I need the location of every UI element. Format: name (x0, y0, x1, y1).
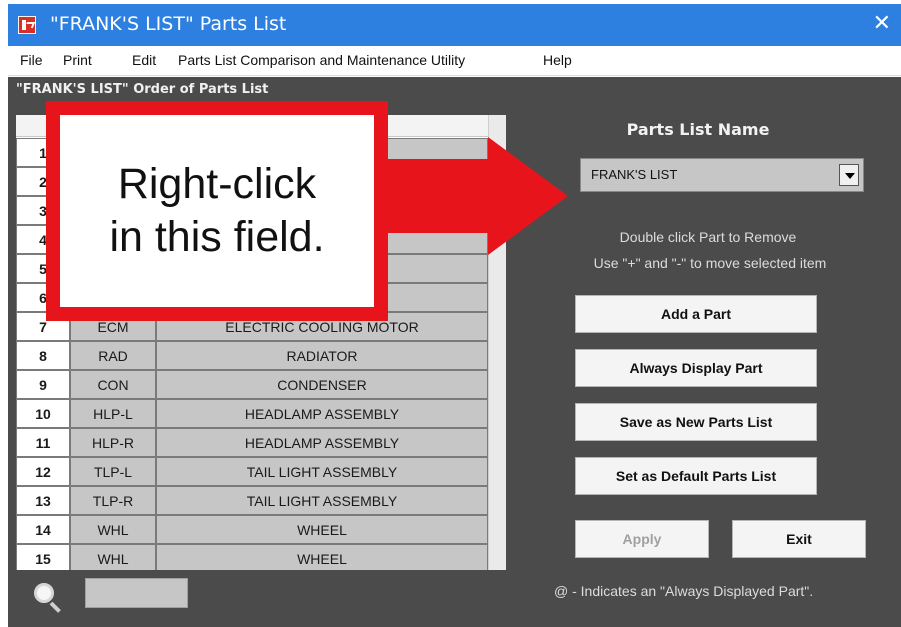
callout-box: Right-click in this field. (60, 115, 374, 307)
parts-list-name-dropdown[interactable]: FRANK'S LIST (580, 158, 864, 192)
add-part-button[interactable]: Add a Part (575, 295, 817, 333)
magnifier-handle (49, 601, 61, 613)
table-row[interactable]: 11 HLP-R HEADLAMP ASSEMBLY (16, 428, 488, 457)
arrow-shape (388, 137, 568, 255)
menu-edit[interactable]: Edit (132, 52, 156, 68)
part-description: TAIL LIGHT ASSEMBLY (156, 486, 488, 515)
menu-print[interactable]: Print (63, 52, 92, 68)
hint-move: Use "+" and "-" to move selected item (593, 255, 827, 271)
always-displayed-footnote: @ - Indicates an "Always Displayed Part"… (554, 583, 814, 599)
menu-file[interactable]: File (20, 52, 43, 68)
table-row[interactable]: 14 WHL WHEEL (16, 515, 488, 544)
part-description: CONDENSER (156, 370, 488, 399)
row-number: 11 (16, 428, 70, 457)
row-number: 14 (16, 515, 70, 544)
search-button[interactable] (32, 581, 64, 613)
parts-list-name-label: Parts List Name (626, 120, 770, 139)
row-number: 13 (16, 486, 70, 515)
menu-help[interactable]: Help (543, 52, 572, 68)
app-window: "FRANK'S LIST" Parts List ✕ File Print E… (0, 0, 901, 627)
table-row[interactable]: 9 CON CONDENSER (16, 370, 488, 399)
row-number: 8 (16, 341, 70, 370)
part-description: RADIATOR (156, 341, 488, 370)
table-row[interactable]: 15 WHL WHEEL (16, 544, 488, 570)
menu-bar: File Print Edit Parts List Comparison an… (8, 46, 901, 76)
part-code: HLP-R (70, 428, 156, 457)
row-number: 10 (16, 399, 70, 428)
callout-text: Right-click in this field. (109, 160, 325, 261)
magnifier-icon (34, 583, 54, 603)
menu-parts-list-utility[interactable]: Parts List Comparison and Maintenance Ut… (178, 52, 465, 68)
part-description: WHEEL (156, 544, 488, 570)
close-icon[interactable]: ✕ (873, 11, 891, 36)
save-new-parts-list-button[interactable]: Save as New Parts List (575, 403, 817, 441)
table-row[interactable]: 8 RAD RADIATOR (16, 341, 488, 370)
red-arrow-icon (388, 137, 568, 255)
parts-order-label: "FRANK'S LIST" Order of Parts List (16, 82, 269, 97)
window-title: "FRANK'S LIST" Parts List (50, 13, 287, 35)
table-row[interactable]: 12 TLP-L TAIL LIGHT ASSEMBLY (16, 457, 488, 486)
part-code: WHL (70, 544, 156, 570)
part-description: TAIL LIGHT ASSEMBLY (156, 457, 488, 486)
part-code: WHL (70, 515, 156, 544)
part-code: CON (70, 370, 156, 399)
row-number: 12 (16, 457, 70, 486)
dropdown-value: FRANK'S LIST (591, 167, 678, 182)
chevron-down-icon[interactable] (839, 164, 859, 186)
row-number: 9 (16, 370, 70, 399)
set-default-parts-list-button[interactable]: Set as Default Parts List (575, 457, 817, 495)
search-input[interactable] (85, 578, 188, 608)
table-row[interactable]: 13 TLP-R TAIL LIGHT ASSEMBLY (16, 486, 488, 515)
row-number: 15 (16, 544, 70, 570)
part-description: HEADLAMP ASSEMBLY (156, 428, 488, 457)
app-logo-icon (18, 16, 36, 34)
hint-remove: Double click Part to Remove (619, 229, 797, 245)
part-description: WHEEL (156, 515, 488, 544)
instruction-callout: Right-click in this field. (46, 101, 388, 321)
title-bar: "FRANK'S LIST" Parts List ✕ (8, 4, 901, 46)
part-code: HLP-L (70, 399, 156, 428)
part-description: HEADLAMP ASSEMBLY (156, 399, 488, 428)
part-code: TLP-R (70, 486, 156, 515)
part-code: RAD (70, 341, 156, 370)
always-display-part-button[interactable]: Always Display Part (575, 349, 817, 387)
exit-button[interactable]: Exit (732, 520, 866, 558)
apply-button[interactable]: Apply (575, 520, 709, 558)
table-row[interactable]: 10 HLP-L HEADLAMP ASSEMBLY (16, 399, 488, 428)
part-code: TLP-L (70, 457, 156, 486)
